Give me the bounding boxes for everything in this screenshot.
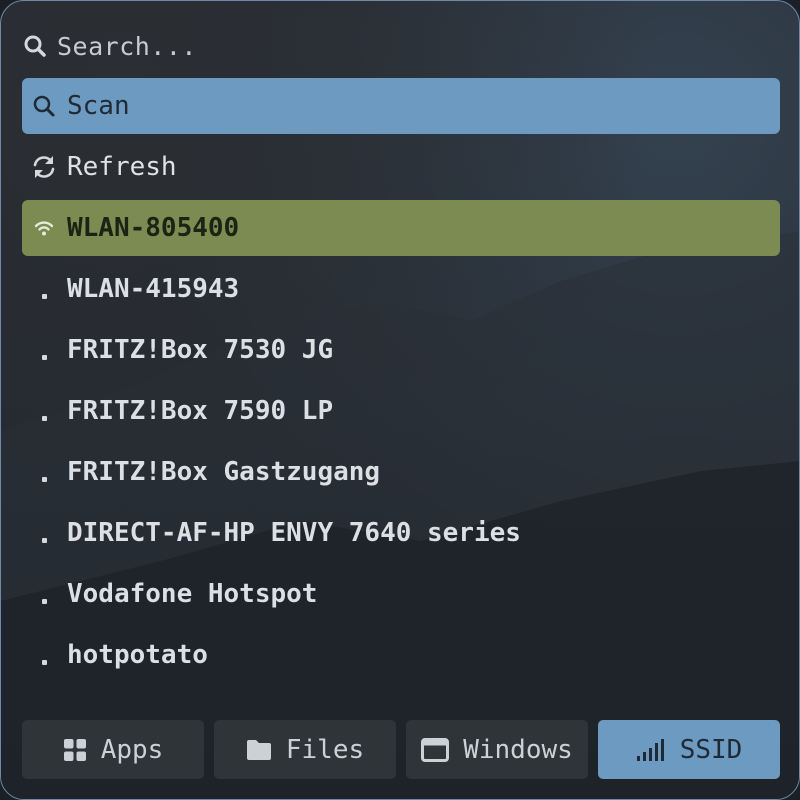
refresh-label: Refresh: [67, 152, 177, 182]
folder-icon: [246, 739, 271, 760]
network-ssid: WLAN-415943: [67, 274, 240, 304]
search-bar[interactable]: Search...: [23, 27, 197, 65]
mode-tabs: Apps Files Windows SSID: [22, 720, 780, 779]
tab-files-label: Files: [285, 734, 365, 765]
bullet-icon: [41, 293, 47, 299]
network-ssid: WLAN-805400: [67, 213, 240, 243]
tab-ssid[interactable]: SSID: [598, 720, 780, 779]
grid-icon: [63, 738, 86, 761]
tab-apps[interactable]: Apps: [22, 720, 204, 779]
tab-windows-label: Windows: [463, 734, 573, 765]
network-item[interactable]: hotpotato: [22, 627, 780, 683]
tab-apps-label: Apps: [100, 734, 164, 765]
network-item[interactable]: FRITZ!Box 7590 LP: [22, 383, 780, 439]
scan-label: Scan: [67, 91, 130, 121]
scan-item[interactable]: Scan: [22, 78, 780, 134]
network-item[interactable]: DIRECT-AF-HP ENVY 7640 series: [22, 505, 780, 561]
bullet-icon: [41, 415, 47, 421]
network-item[interactable]: WLAN-415943: [22, 261, 780, 317]
network-ssid: hotpotato: [67, 640, 208, 670]
search-icon: [33, 95, 55, 117]
search-icon: [24, 35, 46, 57]
launcher-window: Search... Scan Refresh WLAN-805400 WLAN-…: [0, 0, 800, 800]
bullet-icon: [41, 659, 47, 665]
wifi-icon: [34, 221, 54, 236]
network-ssid: FRITZ!Box 7530 JG: [67, 335, 334, 365]
bullet-icon: [41, 476, 47, 482]
signal-icon: [636, 738, 664, 761]
bullet-icon: [41, 598, 47, 604]
network-ssid: FRITZ!Box Gastzugang: [67, 457, 381, 487]
network-item[interactable]: Vodafone Hotspot: [22, 566, 780, 622]
tab-ssid-label: SSID: [679, 734, 743, 765]
tab-files[interactable]: Files: [214, 720, 396, 779]
refresh-item[interactable]: Refresh: [22, 139, 780, 195]
tab-windows[interactable]: Windows: [406, 720, 588, 779]
search-input[interactable]: Search...: [57, 32, 197, 61]
bullet-icon: [41, 354, 47, 360]
result-list: Scan Refresh WLAN-805400 WLAN-415943 FRI…: [22, 78, 780, 688]
network-item-wlan-805400[interactable]: WLAN-805400: [22, 200, 780, 256]
network-ssid: FRITZ!Box 7590 LP: [67, 396, 334, 426]
network-item[interactable]: FRITZ!Box 7530 JG: [22, 322, 780, 378]
window-icon: [421, 737, 450, 762]
bullet-icon: [41, 537, 47, 543]
network-item[interactable]: FRITZ!Box Gastzugang: [22, 444, 780, 500]
refresh-icon: [33, 156, 55, 178]
network-ssid: DIRECT-AF-HP ENVY 7640 series: [67, 518, 521, 548]
network-ssid: Vodafone Hotspot: [67, 579, 318, 609]
